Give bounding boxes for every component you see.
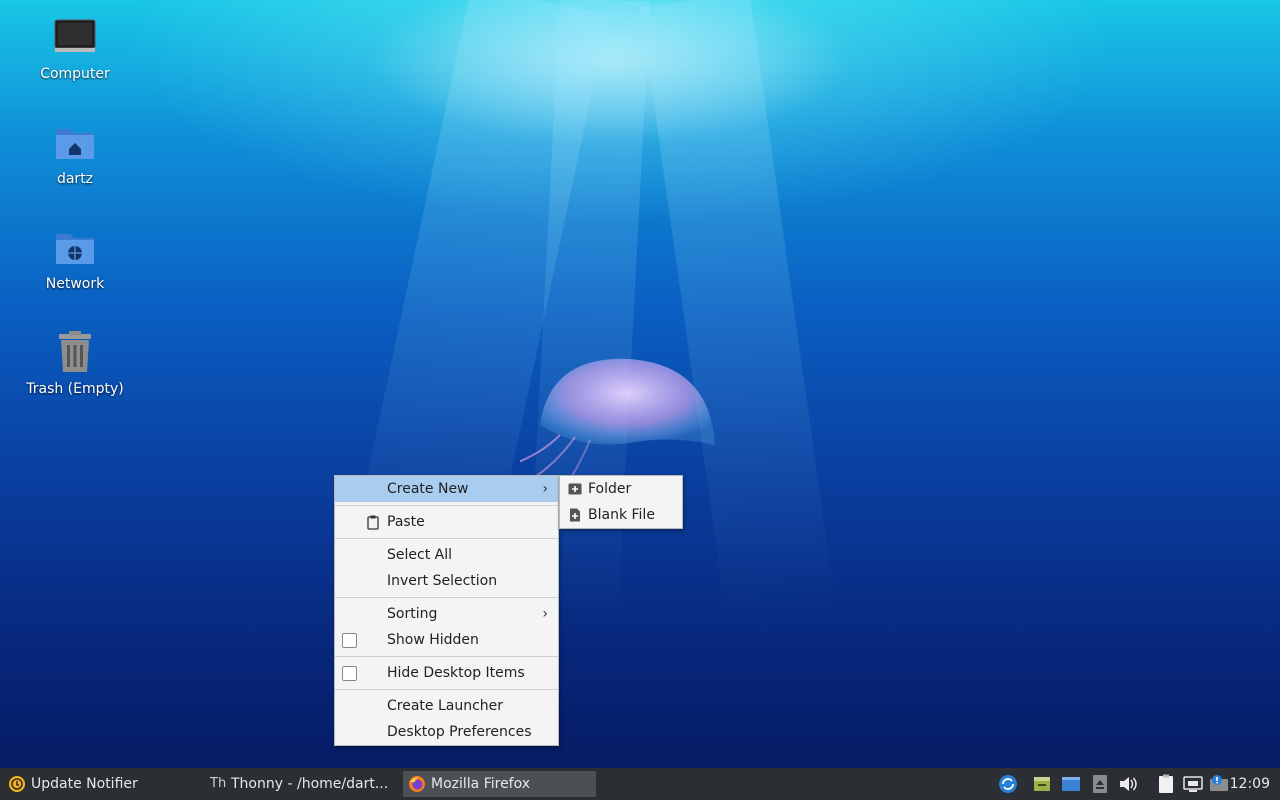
task-firefox[interactable]: Mozilla Firefox [403,771,596,797]
menu-item-select-all[interactable]: Select All [335,542,558,568]
menu-item-paste[interactable]: Paste [335,509,558,535]
desktop-icon-network[interactable]: Network [20,226,130,292]
new-folder-icon [568,483,582,495]
computer-icon [54,19,96,52]
desktop-icon-label: Network [45,276,105,292]
show-hidden-checkbox[interactable] [342,633,357,648]
menu-separator [335,689,558,690]
menu-item-label: Desktop Preferences [387,724,532,740]
task-label: Update Notifier [31,776,138,792]
create-new-submenu: Folder Blank File [559,475,683,529]
menu-separator [335,656,558,657]
clipboard-icon [367,515,379,530]
notification-icon[interactable] [1209,774,1229,794]
menu-item-desktop-preferences[interactable]: Desktop Preferences [335,719,558,745]
eject-icon[interactable] [1090,774,1110,794]
task-label: Thonny - /home/dart... [231,776,389,792]
desktop-context-menu: Create New › Paste Select All Invert Sel… [334,475,559,746]
menu-item-create-new[interactable]: Create New › [335,476,558,502]
home-folder-icon [56,129,94,159]
window-icon[interactable] [1061,774,1081,794]
thonny-icon: Th [210,776,227,791]
menu-item-label: Hide Desktop Items [387,665,525,681]
submenu-item-label: Folder [588,481,632,497]
chevron-right-icon: › [542,606,548,622]
menu-item-sorting[interactable]: Sorting › [335,601,558,627]
volume-icon[interactable] [1118,774,1138,794]
menu-item-label: Create New [387,481,469,497]
menu-item-label: Sorting [387,606,438,622]
submenu-item-blank-file[interactable]: Blank File [560,502,682,528]
submenu-item-label: Blank File [588,507,655,523]
network-folder-icon [56,234,94,264]
chevron-right-icon: › [542,481,548,497]
task-label: Mozilla Firefox [431,776,531,792]
desktop-icon-trash[interactable]: Trash (Empty) [20,331,130,397]
desktop-icon-label: Computer [40,66,110,82]
clock[interactable]: 12:09 [1230,768,1270,800]
new-file-icon [570,508,580,522]
desktop-icon-computer[interactable]: Computer [20,16,130,82]
desktop-icon-home[interactable]: dartz [20,121,130,187]
desktop-background[interactable]: Computer dartz Network Trash (Empty) [0,0,1280,768]
menu-separator [335,505,558,506]
trash-icon [59,331,91,372]
task-thonny[interactable]: Th Thonny - /home/dart... [206,771,398,797]
menu-item-invert-selection[interactable]: Invert Selection [335,568,558,594]
menu-item-label: Paste [387,514,425,530]
desktop-icon-label: dartz [56,171,94,187]
hide-desktop-items-checkbox[interactable] [342,666,357,681]
task-update-notifier[interactable]: Update Notifier [6,771,196,797]
menu-separator [335,538,558,539]
submenu-item-folder[interactable]: Folder [560,476,682,502]
menu-separator [335,597,558,598]
menu-item-create-launcher[interactable]: Create Launcher [335,693,558,719]
menu-item-label: Invert Selection [387,573,498,589]
menu-item-label: Select All [387,547,452,563]
menu-item-hide-desktop-items[interactable]: Hide Desktop Items [335,660,558,686]
network-tray-icon[interactable] [1183,774,1203,794]
desktop-icon-label: Trash (Empty) [26,381,124,397]
lubuntu-update-icon[interactable] [998,774,1018,794]
files-icon[interactable] [1032,774,1052,794]
menu-item-label: Create Launcher [387,698,504,714]
clipboard-tray-icon[interactable] [1156,774,1176,794]
update-notifier-icon [9,776,25,792]
menu-item-label: Show Hidden [387,632,479,648]
taskbar: Update Notifier Th Thonny - /home/dart..… [0,768,1280,800]
firefox-icon [409,776,425,792]
menu-item-show-hidden[interactable]: Show Hidden [335,627,558,653]
